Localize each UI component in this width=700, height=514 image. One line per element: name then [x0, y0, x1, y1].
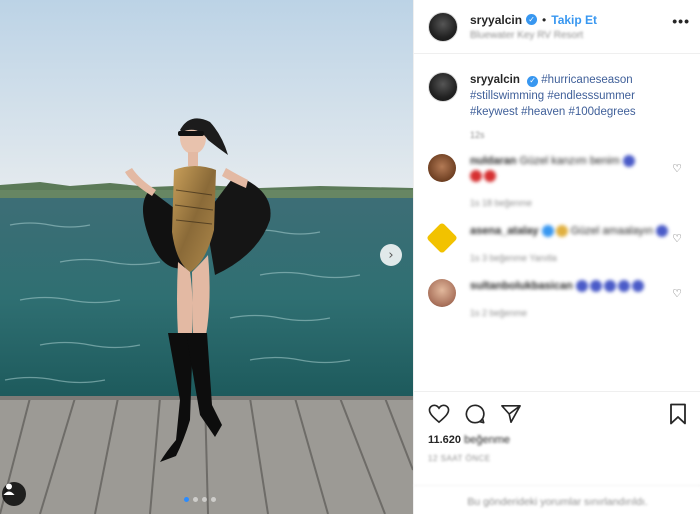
comment-username[interactable]: nuldaran	[470, 155, 516, 167]
tagged-users-button[interactable]	[2, 482, 26, 506]
hashtag-link[interactable]: #endlesssummer	[547, 90, 635, 102]
comment-meta: 1s 2 beğenme	[470, 308, 528, 318]
post-photo[interactable]: ›	[0, 0, 413, 514]
comment-item: sultanbolukbasican 1s 2 beğenme ♡	[428, 279, 686, 318]
header-separator: •	[542, 12, 547, 27]
comment-text: Güzel amaalayın	[570, 225, 654, 237]
comment-username[interactable]: asena_atalay	[470, 225, 539, 237]
emoji-icon	[575, 280, 644, 293]
hashtag-link[interactable]: #keywest	[470, 106, 518, 118]
emoji-icon	[541, 225, 568, 238]
carousel-indicator	[184, 497, 216, 502]
verified-badge-icon: ✓	[526, 14, 538, 25]
like-heart-icon[interactable]	[428, 404, 450, 424]
comment-avatar[interactable]	[426, 222, 458, 254]
comment-item: asena_atalay Güzel amaalayın 1s 3 beğenm…	[426, 222, 686, 263]
comment-meta: 1s 3 beğenme Yanıtla	[470, 253, 557, 263]
heart-icon[interactable]: ♡	[672, 162, 682, 175]
chevron-right-icon: ›	[388, 247, 394, 263]
ellipsis-icon[interactable]: •••	[672, 13, 690, 29]
comments-disabled-notice: Bu gönderideki yorumlar sınırlandırıldı.	[414, 485, 700, 508]
heart-emoji-icon	[470, 170, 496, 183]
verified-badge-icon: ✓	[527, 75, 539, 87]
comment-bubble-icon[interactable]	[464, 403, 486, 425]
hashtag-link[interactable]: #heaven	[521, 106, 565, 118]
likes-number: 11.620	[428, 434, 462, 446]
comment-text: Güzel kanzım benim	[519, 155, 620, 167]
carousel-dot	[184, 497, 189, 502]
comment-item: nuldaran Güzel kanzım benim 1s 18 beğenm…	[428, 154, 686, 208]
hashtag-link[interactable]: #hurricaneseason	[541, 74, 632, 86]
comment-avatar[interactable]	[428, 279, 456, 307]
carousel-dot	[202, 497, 207, 502]
header-username[interactable]: sryyalcin	[470, 13, 522, 27]
post-date: 12 SAAT ÖNCE	[428, 454, 491, 463]
avatar[interactable]	[428, 11, 458, 42]
post-header: sryyalcin ✓ • Takip Et Bluewater Key RV …	[414, 0, 700, 54]
likes-word: beğenme	[464, 434, 510, 446]
post-caption: sryyalcin ✓ #hurricaneseason #stillswimm…	[428, 72, 686, 120]
carousel-dot	[193, 497, 198, 502]
post-actions: 11.620 beğenme 12 SAAT ÖNCE Bu gönderide…	[414, 391, 700, 508]
emoji-icon	[656, 225, 669, 238]
carousel-dot	[211, 497, 216, 502]
follow-button[interactable]: Takip Et	[551, 13, 597, 27]
heart-icon[interactable]: ♡	[672, 287, 682, 300]
comment-username[interactable]: sultanbolukbasican	[470, 280, 573, 292]
photo-scene	[0, 0, 413, 514]
likes-count[interactable]: 11.620 beğenme	[428, 434, 687, 446]
hashtag-link[interactable]: #100degrees	[568, 106, 635, 118]
comment-avatar[interactable]	[428, 154, 456, 182]
heart-icon[interactable]: ♡	[672, 232, 682, 245]
comments-scroll-area[interactable]: sryyalcin ✓ #hurricaneseason #stillswimm…	[414, 54, 700, 391]
bookmark-icon[interactable]	[669, 403, 687, 425]
location-link[interactable]: Bluewater Key RV Resort	[470, 30, 597, 41]
hashtag-link[interactable]: #stillswimming	[470, 90, 544, 102]
caption-username[interactable]: sryyalcin	[470, 74, 520, 86]
user-icon	[3, 483, 15, 495]
post-sidebar: sryyalcin ✓ • Takip Et Bluewater Key RV …	[413, 0, 700, 514]
caption-avatar[interactable]	[428, 72, 458, 102]
emoji-icon	[622, 155, 635, 168]
caption-time: 12s	[470, 130, 485, 140]
share-send-icon[interactable]	[500, 404, 522, 424]
next-photo-button[interactable]: ›	[380, 244, 402, 266]
comment-meta: 1s 18 beğenme	[470, 198, 533, 208]
